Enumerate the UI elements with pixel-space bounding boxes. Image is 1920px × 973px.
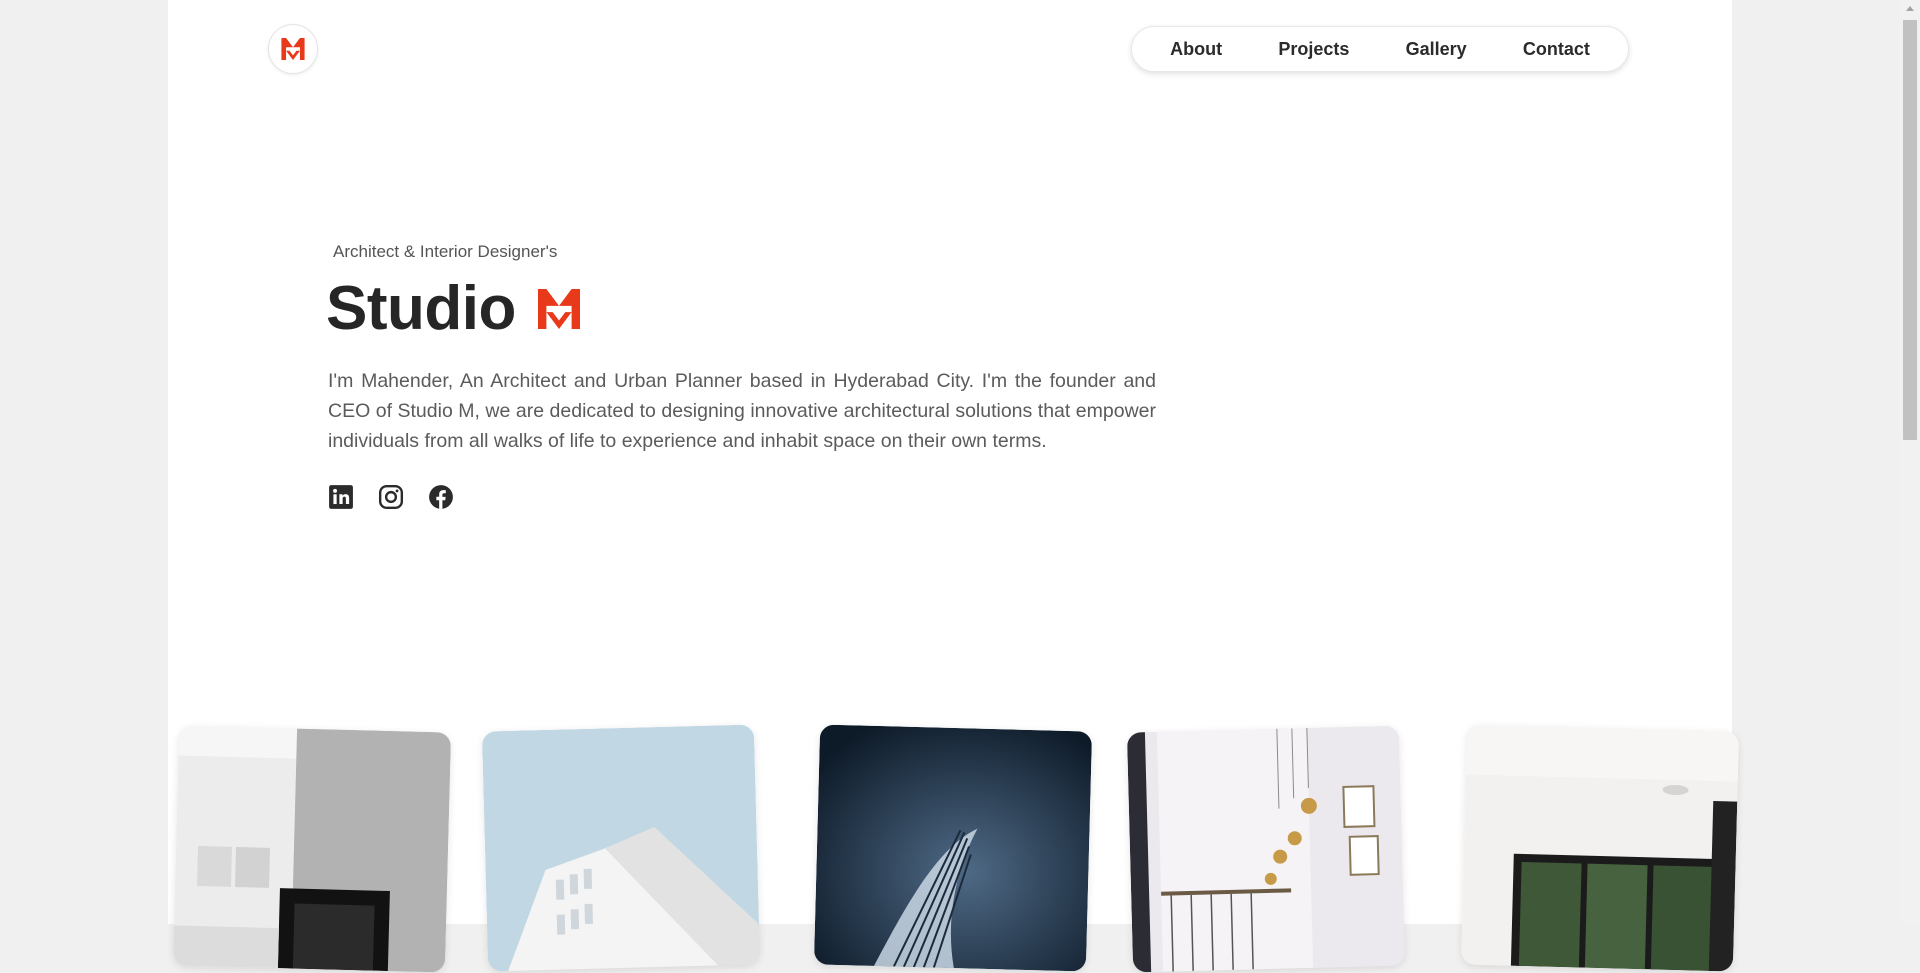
scroll-up-arrow-icon[interactable] [1906, 6, 1914, 11]
interior-fireplace-photo [172, 725, 452, 973]
facebook-link[interactable] [428, 484, 454, 510]
gallery-card-staircase-lights[interactable] [1126, 725, 1406, 973]
hero-intro: I'm Mahender, An Architect and Urban Pla… [328, 370, 1156, 452]
staircase-pendant-lights-photo [1126, 725, 1406, 973]
linkedin-icon [329, 485, 353, 509]
gallery-card-living-room[interactable] [1460, 724, 1740, 972]
hero-title-text: Studio [326, 274, 516, 343]
studio-m-logo-icon [281, 38, 305, 60]
facebook-icon [429, 485, 453, 509]
gallery-card-interior-fireplace[interactable] [172, 725, 452, 973]
hero-title: Studio [326, 272, 580, 346]
white-building-sky-photo [481, 724, 761, 972]
linkedin-link[interactable] [328, 484, 354, 510]
spiral-architecture-photo [813, 724, 1093, 972]
instagram-link[interactable] [378, 484, 404, 510]
logo-button[interactable] [268, 24, 318, 74]
nav-contact[interactable]: Contact [1515, 35, 1598, 64]
hero-tagline: Architect & Interior Designer's [333, 242, 558, 261]
studio-m-logo-icon [537, 289, 580, 329]
gallery-card-white-building[interactable] [481, 724, 761, 972]
living-room-windows-photo [1460, 724, 1740, 972]
social-links [328, 484, 454, 510]
gallery-card-spiral-architecture[interactable] [813, 724, 1093, 972]
nav-gallery[interactable]: Gallery [1398, 35, 1475, 64]
vertical-scrollbar[interactable] [1900, 0, 1920, 924]
scrollbar-thumb[interactable] [1903, 20, 1917, 440]
nav-projects[interactable]: Projects [1270, 35, 1357, 64]
main-nav: About Projects Gallery Contact [1131, 26, 1629, 72]
instagram-icon [378, 484, 404, 510]
nav-about[interactable]: About [1162, 35, 1230, 64]
